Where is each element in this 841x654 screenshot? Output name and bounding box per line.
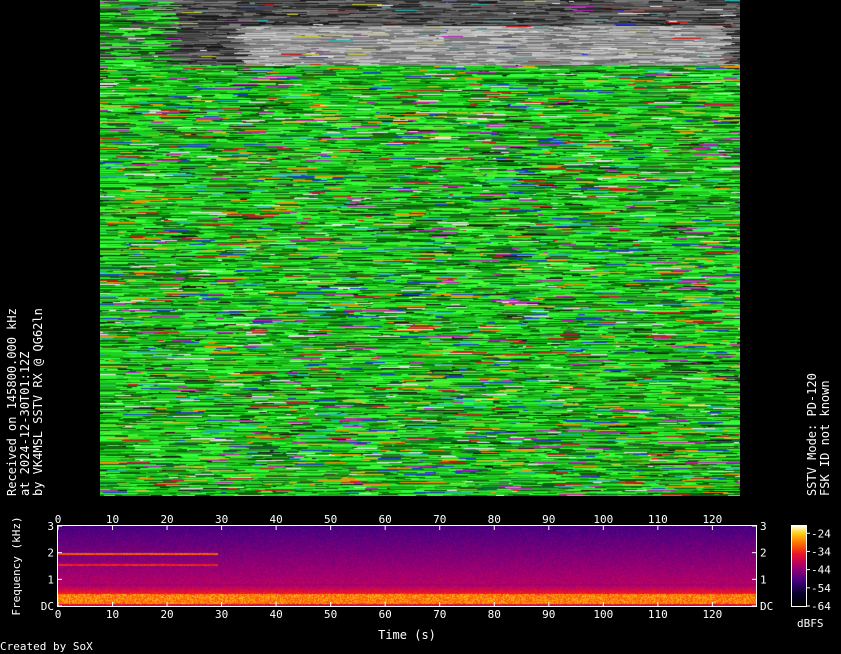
x-tick-label-top: 30 — [215, 514, 228, 526]
colorbar-tick-label: -44 — [811, 564, 831, 577]
x-tick-label-top: 70 — [433, 514, 446, 526]
x-tick-label-top: 0 — [55, 514, 62, 526]
reception-caption: Received on 145800.000 kHz at 2024-12-30… — [6, 308, 45, 496]
colorbar-unit-label: dBFS — [797, 617, 824, 630]
x-tick-label-bottom: 100 — [593, 608, 613, 621]
y-tick-label-right: 3 — [760, 520, 767, 533]
x-tick-label-top: 20 — [160, 514, 173, 526]
y-tick-label-left: DC — [41, 600, 54, 613]
x-tick-label-bottom: 110 — [648, 608, 668, 621]
colorbar-tick-label: -64 — [811, 600, 831, 613]
y-tick-label-left: 2 — [47, 547, 54, 560]
x-tick-label-top: 10 — [106, 514, 119, 526]
x-tick-label-bottom: 0 — [55, 608, 62, 621]
caption-station: by VK4MSL SSTV RX @ QG62ln — [32, 308, 45, 496]
x-tick-label-bottom: 80 — [488, 608, 501, 621]
mode-caption: SSTV Mode: PD-120 FSK ID not known — [806, 373, 832, 496]
y-tick-label-left: 3 — [47, 520, 54, 533]
colorbar-ticks: -24 -34 -44 -54 -64 — [806, 527, 831, 613]
x-tick-label-bottom: 50 — [324, 608, 337, 621]
x-tick-label-top: 120 — [702, 514, 722, 526]
x-tick-label-bottom: 70 — [433, 608, 446, 621]
y-axis-label: Frequency (kHz) — [10, 516, 23, 615]
colorbar-gradient — [792, 526, 806, 606]
x-tick-label-top: 110 — [648, 514, 668, 526]
colorbar-tick-label: -34 — [811, 545, 831, 558]
spectrogram-panel: 0 10 20 30 40 50 60 70 80 90 100 110 120 0 10 20 30 40 50… — [0, 514, 841, 654]
x-tick-label-top: 90 — [542, 514, 555, 526]
sstv-decoded-image — [100, 0, 740, 496]
caption-fsk-id: FSK ID not known — [819, 373, 832, 496]
x-tick-label-bottom: 10 — [106, 608, 119, 621]
x-tick-label-bottom: 120 — [702, 608, 722, 621]
y-tick-label-right: 2 — [760, 547, 767, 560]
x-tick-label-bottom: 90 — [542, 608, 555, 621]
x-tick-label-bottom: 30 — [215, 608, 228, 621]
x-tick-label-top: 100 — [593, 514, 613, 526]
spectrogram-image — [58, 526, 756, 606]
colorbar-tick-label: -24 — [811, 527, 831, 540]
y-tick-label-left: 1 — [47, 573, 54, 586]
y-tick-label-right: 1 — [760, 573, 767, 586]
x-tick-label-top: 60 — [379, 514, 392, 526]
credit-text: Created by SoX — [0, 640, 93, 653]
x-tick-label-top: 50 — [324, 514, 337, 526]
x-tick-label-top: 80 — [488, 514, 501, 526]
y-tick-label-right: DC — [760, 600, 773, 613]
colorbar-tick-label: -54 — [811, 582, 831, 595]
x-tick-label-bottom: 20 — [160, 608, 173, 621]
x-tick-label-bottom: 60 — [379, 608, 392, 621]
x-tick-label-top: 40 — [270, 514, 283, 526]
x-axis-label: Time (s) — [378, 628, 436, 642]
x-tick-label-bottom: 40 — [270, 608, 283, 621]
